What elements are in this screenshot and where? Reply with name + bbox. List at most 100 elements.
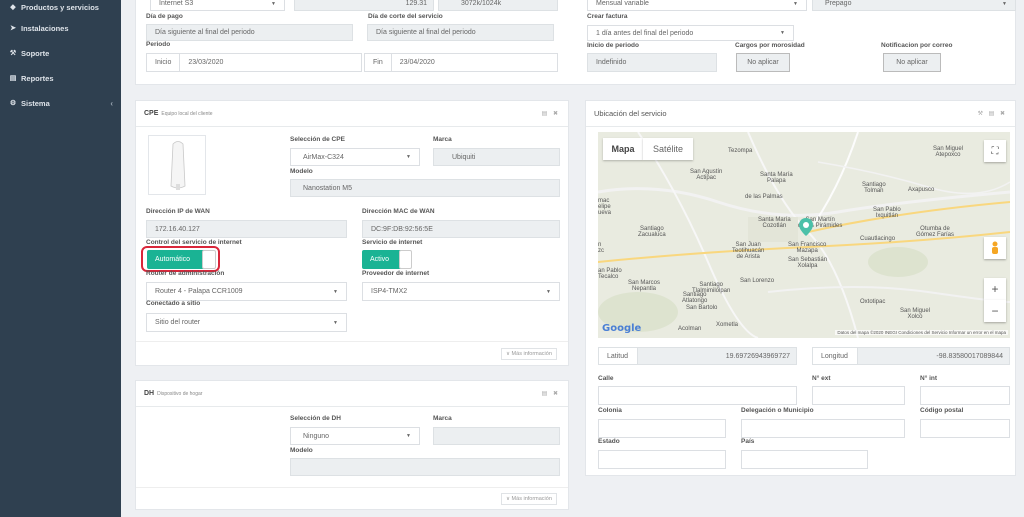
map-place: Axapusco [908, 187, 935, 193]
seleccion-cpe-label: Selección de CPE [290, 136, 345, 143]
seleccion-cpe-select[interactable]: AirMax-C324 ▼ [290, 148, 420, 166]
fin-input[interactable]: Fin 23/04/2020 [364, 53, 558, 72]
location-marker-icon[interactable] [799, 218, 813, 236]
dh-panel-header: DH Dispositivo de hogar [136, 381, 568, 407]
sidebar-item-sistema[interactable]: ⚙ Sistema ‹ [0, 93, 121, 113]
dia-pago-value: Día siguiente al final del periodo [155, 29, 255, 36]
speed-field: 3072k/1024k [438, 0, 558, 11]
calle-input[interactable] [598, 386, 797, 405]
caret-down-icon: ▼ [780, 30, 785, 36]
inicio-input[interactable]: Inicio 23/03/2020 [146, 53, 362, 72]
longitud-field[interactable]: -98.83580017089844 [857, 347, 1010, 365]
longitud-addon: Longitud [812, 347, 858, 365]
mac-wan-value: DC:9F:DB:92:56:5E [371, 225, 433, 233]
longitud-value: -98.83580017089844 [936, 352, 1003, 360]
seleccion-cpe-value: AirMax-C324 [303, 153, 344, 161]
caret-down-icon: ▼ [406, 433, 411, 439]
cpe-subtitle: Equipo local del cliente [161, 110, 213, 117]
panel-tools-icons[interactable]: ⚒ ▤ ✖ [978, 110, 1007, 117]
map-place: an Pablo Tecalco [598, 268, 622, 280]
colonia-input[interactable] [598, 419, 726, 438]
sidebar-item-label: Soporte [21, 48, 50, 58]
sidebar-item-reportes[interactable]: ▤ Reportes [0, 68, 121, 88]
billing-select[interactable]: Mensual variable ▼ [587, 0, 807, 11]
fullscreen-icon[interactable]: ⛶ [984, 140, 1006, 162]
google-text: Google [602, 323, 642, 334]
billing-value: Mensual variable [596, 0, 649, 7]
nint-input[interactable] [920, 386, 1010, 405]
dh-marca-label: Marca [433, 415, 452, 422]
ip-wan-value: 172.16.40.127 [155, 225, 200, 233]
router-select[interactable]: Router 4 - Palapa CCR1009 ▼ [146, 282, 347, 301]
person-icon [992, 241, 998, 254]
map-place: San Marcos Nepantla [628, 280, 661, 292]
delegacion-input[interactable] [741, 419, 905, 438]
caret-down-icon: ▼ [333, 319, 338, 326]
control-servicio-label: Control del servicio de internet [146, 239, 242, 246]
latitud-field[interactable]: 19.69726943969727 [637, 347, 797, 365]
divider [136, 341, 568, 342]
cpe-device-image [148, 135, 206, 195]
tab-mapa[interactable]: Mapa [603, 138, 643, 160]
cp-input[interactable] [920, 419, 1010, 438]
sidebar-item-soporte[interactable]: ⚒ Soporte [0, 43, 121, 63]
modelo-label: Modelo [290, 168, 313, 175]
mas-informacion-button[interactable]: ∨ Más información [501, 348, 557, 360]
nint-label: N° int [920, 375, 938, 382]
caret-down-icon: ▼ [793, 0, 798, 7]
map-place: San Bartolo [686, 305, 718, 311]
servicio-internet-label: Servicio de internet [362, 239, 423, 246]
map-place: Santiago Tolman [862, 182, 886, 194]
sidebar-item-instalaciones[interactable]: ➤ Instalaciones [0, 18, 121, 38]
map[interactable]: Mapa Satélite Tezompa San Miguel Atepoxc… [598, 132, 1010, 338]
pais-input[interactable] [741, 450, 868, 469]
map-place: n zc [598, 242, 604, 254]
cpe-panel: CPE Equipo local del cliente ▤ ✖ Selecci… [135, 100, 569, 366]
inicio-periodo-value: Indefinido [596, 59, 627, 66]
servicio-internet-knob[interactable] [399, 250, 412, 269]
map-place: Oxtotipac [860, 299, 886, 305]
next-input[interactable] [812, 386, 905, 405]
latitud-value: 19.69726943969727 [725, 352, 790, 360]
servicio-internet-toggle[interactable]: Activo [362, 250, 402, 269]
highlight-box [141, 246, 220, 272]
seleccion-dh-select[interactable]: Ninguno ▼ [290, 427, 420, 445]
seleccion-dh-value: Ninguno [303, 432, 330, 440]
mac-wan-field: DC:9F:DB:92:56:5E [362, 220, 560, 238]
panel-tools-icons[interactable]: ▤ ✖ [542, 390, 560, 397]
map-place: San Sebastián Xolalpa [788, 257, 828, 269]
caret-down-icon: ▼ [271, 0, 276, 7]
dh-title: DH [144, 390, 155, 397]
cpe-title: CPE [144, 110, 159, 117]
map-place: Santiago Atlatongo [682, 292, 708, 304]
payment-mode-select[interactable]: Prepago ▼ [812, 0, 1016, 11]
payment-mode-value: Prepago [825, 0, 852, 7]
notif-toggle[interactable]: No aplicar [883, 53, 941, 72]
crear-factura-select[interactable]: 1 día antes del final del periodo ▼ [587, 25, 794, 41]
zoom-out-button[interactable]: − [984, 300, 1006, 322]
ubicacion-title: Ubicación del servicio [594, 109, 667, 118]
proveedor-select[interactable]: ISP4-TMX2 ▼ [362, 282, 560, 301]
zoom-in-button[interactable]: + [984, 278, 1006, 300]
map-attribution[interactable]: Datos del mapa ©2020 INEGI Condiciones d… [835, 330, 1008, 335]
map-place: Santa María Palapa [760, 172, 793, 184]
dia-corte-label: Día de corte del servicio [368, 13, 443, 20]
marca-field: Ubiquiti [433, 148, 560, 166]
tab-satelite[interactable]: Satélite [643, 138, 693, 160]
conectado-select[interactable]: Sitio del router ▼ [146, 313, 347, 332]
sidebar-item-productos[interactable]: ◆ Productos y servicios [0, 0, 121, 17]
map-place: San Francisco Mazapa [788, 242, 827, 254]
dh-modelo-field [290, 458, 560, 476]
plan-select[interactable]: Internet S3 ▼ [150, 0, 285, 11]
cargos-toggle[interactable]: No aplicar [736, 53, 790, 72]
ip-wan-label: Dirección IP de WAN [146, 208, 210, 215]
panel-tools-icons[interactable]: ▤ ✖ [542, 110, 560, 117]
map-place: Cuautlacingo [860, 236, 896, 242]
map-place: Santiago Zacualuca [638, 226, 666, 238]
map-place: Xometla [716, 322, 739, 328]
notif-value: No aplicar [896, 59, 928, 66]
sidebar-item-label: Instalaciones [21, 23, 69, 33]
estado-input[interactable] [598, 450, 726, 469]
dh-mas-informacion-button[interactable]: ∨ Más información [501, 493, 557, 505]
pegman-icon[interactable] [984, 237, 1006, 259]
